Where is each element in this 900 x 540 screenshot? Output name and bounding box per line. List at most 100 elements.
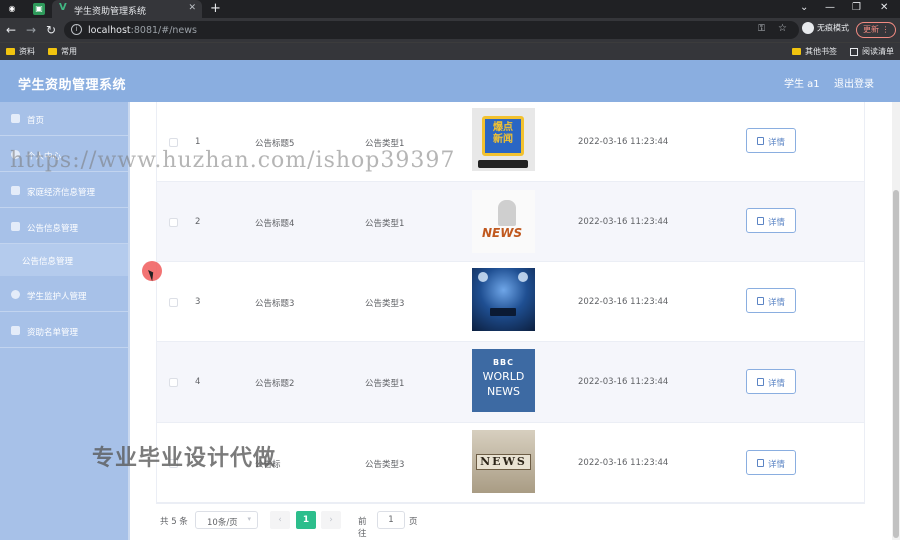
bookmark-folder[interactable]: 资料 [6, 46, 35, 57]
bookmark-folder[interactable]: 常用 [48, 46, 77, 57]
next-page-button[interactable]: › [321, 511, 341, 529]
prev-page-button[interactable]: ‹ [270, 511, 290, 529]
document-icon [757, 217, 764, 225]
row-title: 公告标题3 [255, 299, 295, 309]
scrollbar-thumb[interactable] [893, 190, 899, 538]
close-icon[interactable]: ✕ [188, 3, 196, 13]
table-row: 4 公告标题2 公告类型1 BBC WORLD NEWS 2022-03-16 … [157, 342, 864, 423]
sidebar-subitem-notice[interactable]: 公告信息管理 [0, 244, 128, 276]
update-label: 更新 [863, 25, 879, 34]
sidebar-item-aid-list[interactable]: 资助名单管理 [0, 314, 128, 348]
table-row: 2 公告标题4 公告类型1 NEWS 2022-03-16 11:23:44 详… [157, 182, 864, 262]
row-time: 2022-03-16 11:23:44 [578, 377, 669, 387]
bookmark-label: 其他书签 [805, 47, 837, 56]
reload-icon[interactable]: ↻ [46, 23, 56, 37]
thumb-text: NEWS [476, 454, 531, 470]
user-label: 学生 a1 [784, 79, 820, 90]
maximize-icon[interactable]: ❐ [852, 2, 861, 13]
bookmark-folder[interactable]: 其他书签 [792, 46, 837, 57]
detail-button-label: 详情 [768, 298, 786, 308]
sidebar-item-label: 公告信息管理 [22, 257, 74, 267]
new-tab-plus-icon[interactable]: + [210, 1, 221, 16]
detail-button-label: 详情 [768, 379, 786, 389]
reading-list[interactable]: 阅读清单 [850, 46, 894, 57]
row-time: 2022-03-16 11:23:44 [578, 458, 669, 468]
bookmark-star-icon[interactable]: ☆ [778, 23, 787, 34]
detail-button[interactable]: 详情 [746, 208, 796, 233]
folder-icon [6, 48, 15, 55]
document-icon [757, 137, 764, 145]
goto-label: 前往 [358, 517, 367, 539]
page-size-value: 10条/页 [207, 518, 238, 528]
incognito-label: 无痕模式 [817, 23, 849, 33]
list-icon [11, 326, 20, 335]
chat-icon [11, 186, 20, 195]
sidebar-item-label: 首页 [27, 116, 45, 126]
news-thumb-5: NEWS [472, 430, 535, 493]
row-checkbox[interactable] [169, 138, 178, 147]
update-button[interactable]: 更新 ⋮ [856, 22, 896, 38]
page-number-current[interactable]: 1 [296, 511, 316, 529]
back-arrow-icon[interactable]: ← [6, 23, 16, 37]
row-checkbox[interactable] [169, 378, 178, 387]
news-thumb-2: NEWS [472, 190, 535, 253]
url-text: localhost:8081/#/news [88, 25, 197, 36]
folder-icon [792, 48, 801, 55]
info-icon[interactable]: i [71, 24, 82, 35]
globe-icon[interactable]: ◉ [6, 3, 18, 15]
row-type: 公告类型3 [365, 460, 405, 470]
logout-link[interactable]: 退出登录 [834, 75, 874, 90]
browser-toolbar: ← → ↻ i localhost:8081/#/news ⚿ ☆ 无痕模式 更… [0, 18, 900, 42]
url-host: localhost [88, 25, 131, 36]
address-bar[interactable]: i localhost:8081/#/news ⚿ ☆ [64, 21, 799, 39]
sidebar-item-label: 公告信息管理 [27, 224, 79, 234]
sidebar-item-guardian[interactable]: 学生监护人管理 [0, 278, 128, 312]
app-title: 学生资助管理系统 [18, 78, 127, 93]
detail-button[interactable]: 详情 [746, 450, 796, 475]
sidebar-item-notice[interactable]: 公告信息管理 [0, 210, 128, 244]
thumb-text: WORLD [482, 370, 525, 383]
row-checkbox[interactable] [169, 218, 178, 227]
detail-button-label: 详情 [768, 218, 786, 228]
folder-icon [48, 48, 57, 55]
detail-button[interactable]: 详情 [746, 128, 796, 153]
thumb-text: NEWS [486, 385, 521, 398]
sidebar-item-label: 家庭经济信息管理 [27, 188, 96, 198]
minimize-icon[interactable]: — [825, 2, 835, 13]
detail-button[interactable]: 详情 [746, 288, 796, 313]
key-icon[interactable]: ⚿ [758, 24, 765, 34]
bookmark-label: 资料 [19, 47, 35, 56]
forward-arrow-icon[interactable]: → [26, 23, 36, 37]
browser-tab-strip: ◉ ▣ V 学生资助管理系统 ✕ + ⌄ — ❐ ✕ [0, 0, 900, 18]
document-icon [757, 378, 764, 386]
row-title: 公告标题2 [255, 379, 295, 389]
window-close-icon[interactable]: ✕ [880, 2, 888, 13]
url-path: :8081/#/news [130, 25, 197, 36]
row-time: 2022-03-16 11:23:44 [578, 297, 669, 307]
page-size-select[interactable]: 10条/页 ▾ [195, 511, 258, 529]
reading-list-icon [850, 47, 858, 56]
browser-tab-active[interactable]: V 学生资助管理系统 ✕ [52, 0, 202, 18]
sidebar-item-family-economy[interactable]: 家庭经济信息管理 [0, 174, 128, 208]
row-index: 3 [195, 297, 201, 307]
tab-search-icon[interactable]: ⌄ [800, 2, 808, 13]
watermark-text: 专业毕业设计代做 [92, 446, 277, 471]
guardian-icon [11, 290, 20, 299]
pagination-total: 共 5 条 [160, 517, 188, 527]
app-tab-icon[interactable]: ▣ [33, 3, 45, 15]
detail-button[interactable]: 详情 [746, 369, 796, 394]
incognito-indicator[interactable]: 无痕模式 [802, 22, 849, 34]
row-type: 公告类型3 [365, 299, 405, 309]
home-icon [11, 114, 20, 123]
row-checkbox[interactable] [169, 298, 178, 307]
notice-icon [11, 222, 20, 231]
table-row: 3 公告标题3 公告类型3 2022-03-16 11:23:44 详情 [157, 262, 864, 342]
sidebar-item-home[interactable]: 首页 [0, 102, 128, 136]
goto-page-input[interactable]: 1 [377, 511, 405, 529]
document-icon [757, 297, 764, 305]
thumb-text: NEWS [482, 226, 523, 240]
row-index: 4 [195, 377, 201, 387]
sidebar-item-label: 学生监护人管理 [27, 292, 87, 302]
goto-unit: 页 [409, 517, 418, 527]
chevron-down-icon: ▾ [247, 515, 251, 523]
